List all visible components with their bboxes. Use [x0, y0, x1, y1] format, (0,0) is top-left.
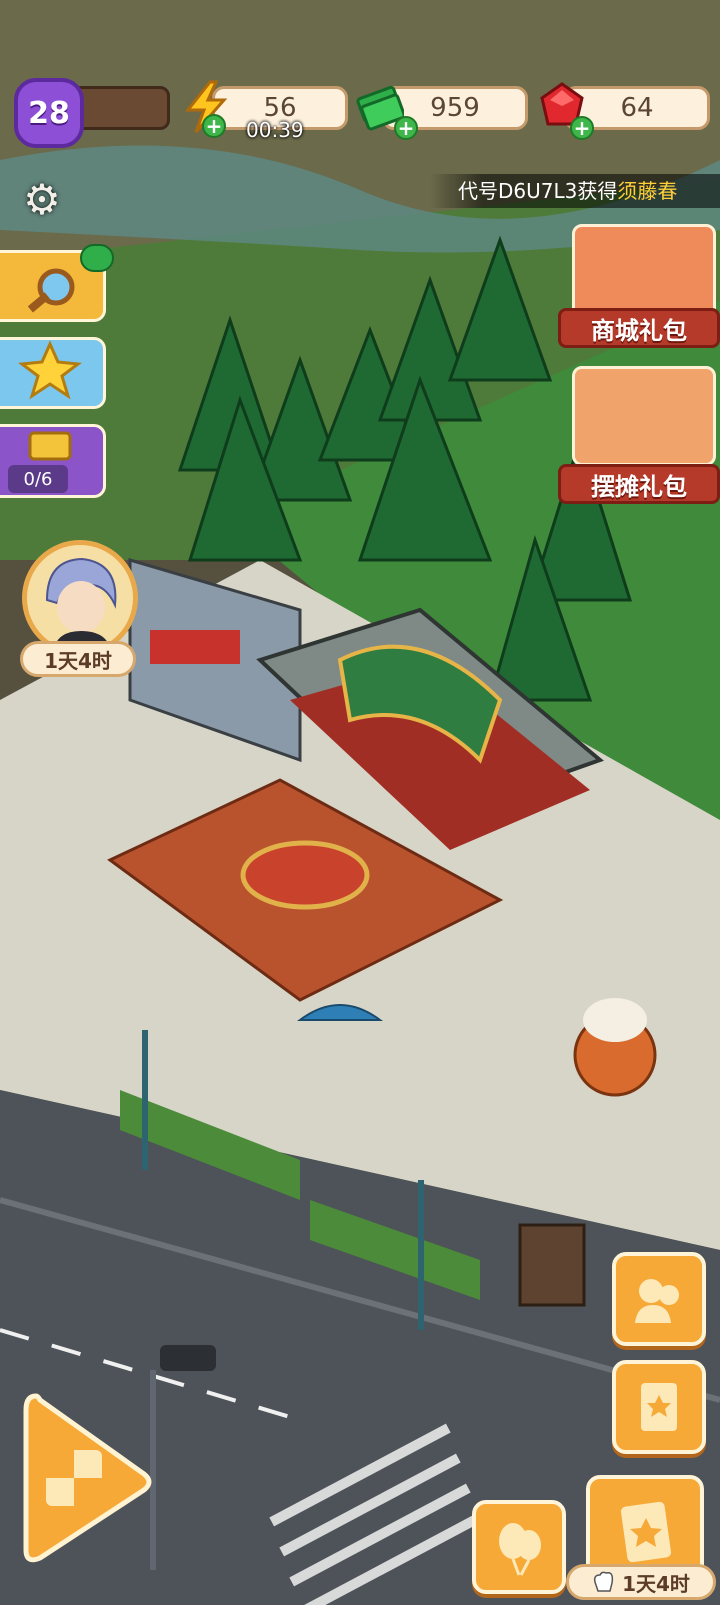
star-card[interactable]	[0, 337, 106, 409]
plus-label: +	[397, 116, 415, 140]
recipe-book-icon	[641, 1383, 677, 1431]
broadcast-prefix: 代号D6U7L3获得	[458, 179, 618, 203]
stall-pack-promo[interactable]: 摆摊礼包	[558, 360, 720, 504]
order-timer-text: 1天4时	[622, 1571, 690, 1596]
stall-pack-art	[572, 366, 716, 466]
add-cash-button[interactable]: +	[394, 116, 418, 140]
build-mode-icon	[23, 1393, 152, 1563]
broadcast-item: 须藤春	[617, 179, 678, 203]
plus-label: +	[573, 116, 591, 140]
visitor-timer: 1天4时	[20, 641, 136, 677]
clipboard-star-icon	[620, 1501, 672, 1563]
gem-value: 64	[620, 93, 654, 123]
recipe-book-button[interactable]	[612, 1360, 706, 1454]
balloon-button[interactable]	[472, 1500, 566, 1594]
mall-pack-promo[interactable]: 商城礼包	[558, 212, 720, 348]
level-number: 28	[28, 95, 70, 131]
collect-progress: 0/6	[8, 465, 68, 493]
friends-icon	[635, 1279, 679, 1323]
friends-button[interactable]	[612, 1252, 706, 1346]
build-mode-button[interactable]	[16, 1390, 152, 1570]
gear-icon[interactable]: ⚙	[18, 175, 66, 224]
cash-value: 959	[430, 93, 480, 123]
chest-card[interactable]: 0/6	[0, 424, 106, 498]
broadcast-ticker: 代号D6U7L3获得须藤春	[430, 174, 720, 208]
order-timer: 1天4时	[566, 1564, 716, 1600]
cloud-download-icon	[80, 244, 114, 272]
mall-pack-label: 商城礼包	[558, 308, 720, 348]
star-icon	[18, 340, 82, 400]
plus-label: +	[205, 114, 223, 138]
add-energy-button[interactable]: +	[202, 114, 226, 138]
energy-timer: 00:39	[246, 118, 304, 142]
stall-pack-label: 摆摊礼包	[558, 464, 720, 504]
visitor-portrait	[27, 545, 133, 651]
add-gem-button[interactable]: +	[570, 116, 594, 140]
balloon-icon	[499, 1523, 541, 1576]
xp-bar	[78, 86, 170, 130]
level-badge[interactable]: 28	[14, 78, 84, 148]
chest-icon	[28, 431, 72, 461]
avatar[interactable]	[22, 540, 138, 656]
chef-hat-icon	[594, 1571, 614, 1592]
